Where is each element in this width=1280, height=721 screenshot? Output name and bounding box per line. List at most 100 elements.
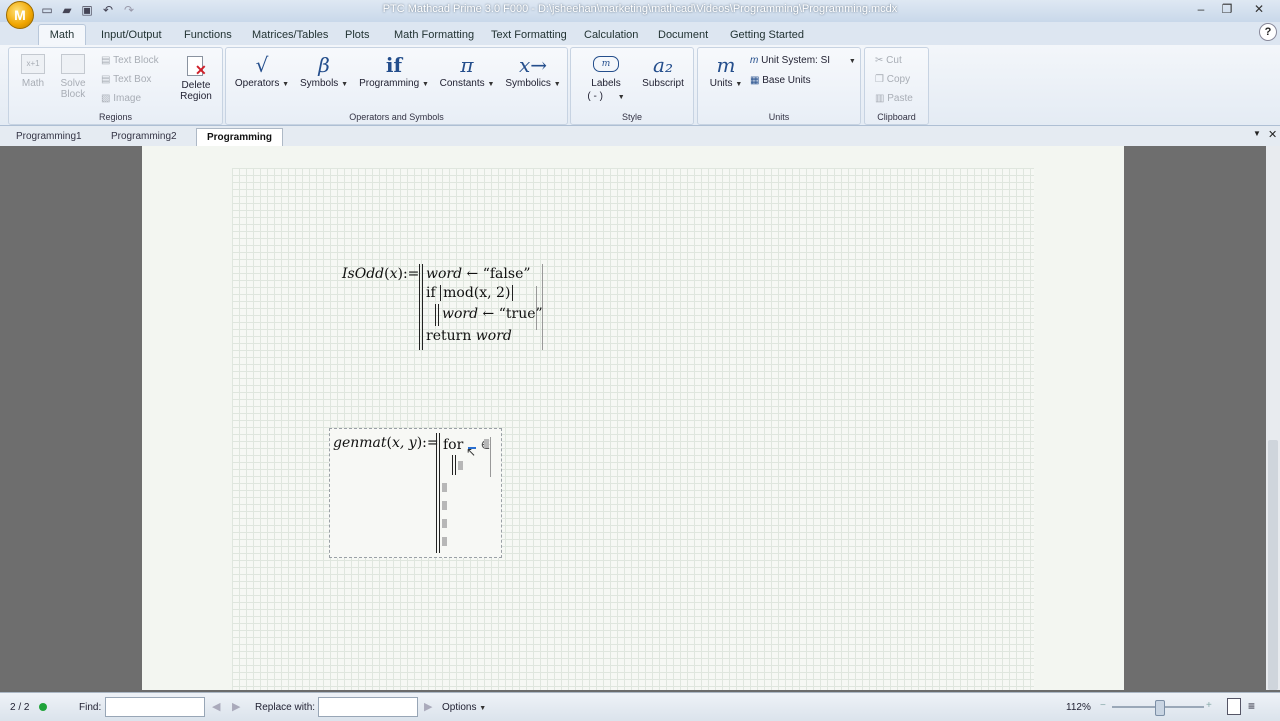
close-document-icon[interactable]: ✕ [1268, 128, 1277, 141]
labels-button[interactable]: m Labels ( - ) ▼ [579, 54, 633, 102]
copy-button[interactable]: ❐ Copy [875, 74, 910, 85]
tab-document[interactable]: Document [658, 26, 708, 44]
genmat-args: x, y [391, 435, 417, 451]
zoom-out-icon[interactable]: − [1100, 700, 1106, 711]
units-dropdown-icon[interactable]: ▼ [735, 81, 742, 88]
options-label: Options [442, 702, 477, 713]
return-var: word [475, 328, 512, 344]
tab-calculation[interactable]: Calculation [584, 26, 638, 44]
group-units: m Units ▼ m Unit System: SI ▼ ▦ Base Uni… [697, 47, 861, 125]
close-icon[interactable]: ✕ [1242, 1, 1276, 17]
zoom-in-icon[interactable]: + [1206, 700, 1212, 711]
math-region-button[interactable]: x+1 Math [15, 54, 51, 89]
for-end-bar [490, 437, 491, 477]
unit-system-label: Unit System: [761, 55, 818, 66]
line-placeholder-3[interactable] [442, 519, 447, 528]
for-body-bar-right [455, 455, 456, 475]
math-region-icon: x+1 [21, 54, 45, 74]
zoom-slider-thumb[interactable] [1155, 700, 1165, 716]
constants-dropdown-icon[interactable]: ▼ [487, 81, 494, 88]
symbols-dropdown-icon[interactable]: ▼ [341, 81, 348, 88]
options-dropdown-icon[interactable]: ▼ [479, 705, 486, 712]
find-next-icon[interactable]: ▶ [232, 700, 240, 713]
window-title: PTC Mathcad Prime 3.0 F000 - D:\jsheehan… [382, 3, 898, 15]
symbols-button[interactable]: β Symbols ▼ [296, 52, 352, 89]
operators-button[interactable]: √ Operators ▼ [232, 52, 292, 89]
isodd-line1-value: “false” [482, 266, 531, 282]
unit-system-value: SI [820, 55, 831, 66]
new-file-icon[interactable]: ▭ [40, 3, 54, 17]
text-box-button[interactable]: ▤ Text Box [101, 74, 151, 85]
image-button[interactable]: ▧ Image [101, 93, 141, 104]
undo-icon[interactable]: ↶ [101, 3, 115, 17]
constants-label: Constants [439, 78, 485, 89]
unit-system-dropdown-icon[interactable]: ▼ [849, 58, 856, 65]
for-range-placeholder[interactable] [484, 439, 489, 448]
symbolics-label: Symbolics [505, 78, 551, 89]
tab-input-output[interactable]: Input/Output [101, 26, 162, 44]
vertical-scrollbar-thumb[interactable] [1268, 440, 1278, 690]
symbolics-icon: x→ [518, 53, 548, 77]
find-input[interactable] [105, 697, 205, 717]
operators-dropdown-icon[interactable]: ▼ [282, 81, 289, 88]
unit-system-selector[interactable]: m Unit System: SI ▼ [750, 55, 856, 66]
line-placeholder-1[interactable] [442, 483, 447, 492]
labels-dropdown-icon[interactable]: ▼ [618, 94, 625, 101]
zoom-level: 112% [1066, 702, 1091, 713]
units-button[interactable]: m Units ▼ [704, 52, 748, 89]
doc-tab-programming2[interactable]: Programming2 [101, 128, 187, 145]
tab-plots[interactable]: Plots [345, 26, 369, 44]
tab-math-formatting[interactable]: Math Formatting [394, 26, 474, 44]
doc-tab-programming1[interactable]: Programming1 [6, 128, 92, 145]
tab-list-dropdown-icon[interactable]: ▼ [1253, 129, 1261, 138]
page-view-icon[interactable] [1227, 698, 1241, 715]
help-icon[interactable]: ? [1259, 23, 1277, 41]
tab-getting-started[interactable]: Getting Started [730, 26, 804, 44]
redo-icon[interactable]: ↷ [122, 3, 136, 17]
isodd-assign-operator: := [402, 266, 420, 282]
genmat-program-bar-left [436, 433, 437, 553]
doc-tab-programming[interactable]: Programming [196, 128, 284, 146]
subscript-icon: a₂ [653, 53, 673, 77]
find-previous-icon[interactable]: ◀ [212, 700, 220, 713]
group-clipboard-label: Clipboard [877, 112, 916, 122]
options-button[interactable]: Options ▼ [442, 702, 486, 713]
page-indicator: 2 / 2 [10, 702, 30, 713]
genmat-region[interactable]: genmat(x, y):= for ∈ ↖ [329, 428, 502, 558]
symbolics-button[interactable]: x→ Symbolics ▼ [502, 52, 564, 89]
delete-region-button[interactable]: ✕ Delete Region [175, 54, 217, 102]
restore-icon[interactable]: ❐ [1214, 1, 1240, 17]
replace-icon[interactable]: ▶ [424, 700, 432, 713]
open-folder-icon[interactable]: ▰ [60, 3, 74, 17]
draft-view-icon[interactable]: ≡ [1248, 699, 1255, 713]
tab-matrices-tables[interactable]: Matrices/Tables [252, 26, 328, 44]
tab-math[interactable]: Math [38, 24, 86, 46]
image-label: Image [113, 93, 142, 104]
for-body-placeholder[interactable] [458, 461, 463, 470]
document-tab-row: Programming1 Programming2 Programming ▼ … [0, 126, 1280, 147]
symbolics-dropdown-icon[interactable]: ▼ [554, 81, 561, 88]
text-block-button[interactable]: ▤ Text Block [101, 55, 159, 66]
program-bar-left [419, 264, 420, 350]
app-logo[interactable]: M [6, 1, 34, 29]
find-label: Find: [79, 702, 102, 713]
replace-input[interactable] [318, 697, 418, 717]
save-icon[interactable]: ▣ [80, 3, 94, 17]
tab-functions[interactable]: Functions [184, 26, 232, 44]
isodd-line3-value: “true” [498, 306, 543, 322]
programming-dropdown-icon[interactable]: ▼ [422, 81, 429, 88]
base-units-button[interactable]: ▦ Base Units [750, 75, 811, 86]
isodd-definition: IsOdd(x):= [342, 266, 420, 282]
solve-block-button[interactable]: Solve Block [53, 54, 93, 100]
line-placeholder-2[interactable] [442, 501, 447, 510]
isodd-region[interactable]: IsOdd(x):= word ← “false” if mod(x, 2) w… [340, 262, 550, 352]
subscript-button[interactable]: a₂ Subscript [637, 52, 689, 89]
cut-button[interactable]: ✂ Cut [875, 55, 902, 66]
minimize-icon[interactable]: – [1188, 1, 1214, 17]
group-regions-label: Regions [98, 112, 133, 122]
paste-button[interactable]: ▥ Paste [875, 93, 913, 104]
programming-button[interactable]: if Programming ▼ [356, 52, 432, 89]
constants-button[interactable]: π Constants ▼ [436, 52, 498, 89]
tab-text-formatting[interactable]: Text Formatting [491, 26, 567, 44]
line-placeholder-4[interactable] [442, 537, 447, 546]
